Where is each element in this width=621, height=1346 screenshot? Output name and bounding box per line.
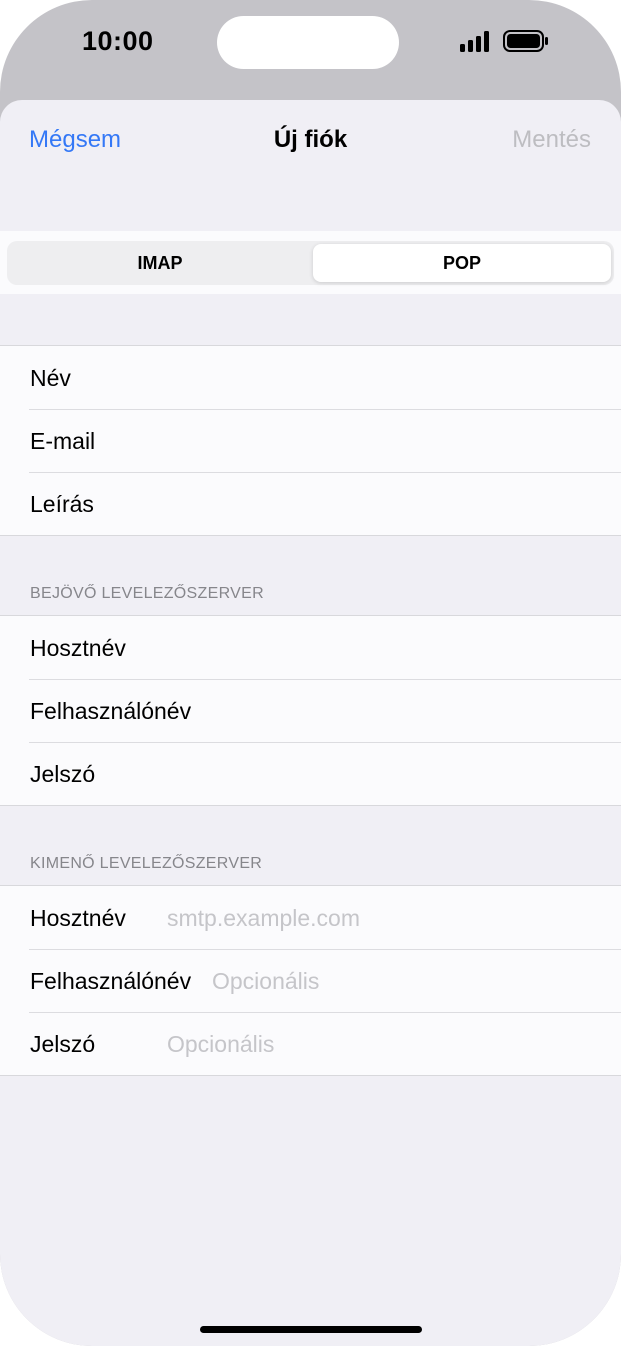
username-placeholder: Opcionális — [212, 968, 320, 994]
cancel-button[interactable]: Mégsem — [29, 126, 121, 154]
incoming-server-header: BEJÖVŐ LEVELEZŐSZERVER — [30, 585, 264, 602]
description-field[interactable]: Leírás — [0, 472, 621, 535]
home-indicator[interactable] — [200, 1326, 422, 1333]
signal-icon — [460, 31, 489, 52]
row-label: Hosztnév — [30, 905, 126, 931]
outgoing-password-field[interactable]: Jelszó Opcionális — [0, 1012, 621, 1075]
row-label: Név — [30, 365, 71, 391]
battery-icon — [503, 30, 548, 52]
row-label: Hosztnév — [30, 635, 126, 661]
row-label: E-mail — [30, 428, 96, 454]
row-label: Felhasználónév — [30, 698, 192, 724]
protocol-segmented-control[interactable]: IMAP POP — [7, 241, 614, 285]
navigation-bar: Új fiók Mégsem Mentés — [0, 100, 621, 180]
account-info-group: Név E-mail Leírás — [0, 345, 621, 536]
row-label: Leírás — [30, 491, 94, 517]
segmented-control-band: IMAP POP — [0, 231, 621, 294]
segment-imap[interactable]: IMAP — [10, 244, 310, 282]
outgoing-username-field[interactable]: Felhasználónév Opcionális — [0, 949, 621, 1012]
incoming-hostname-field[interactable]: Hosztnév — [0, 616, 621, 679]
dynamic-island — [217, 16, 399, 69]
email-field[interactable]: E-mail — [0, 409, 621, 472]
name-field[interactable]: Név — [0, 346, 621, 409]
password-placeholder: Opcionális — [167, 1031, 275, 1057]
incoming-username-field[interactable]: Felhasználónév — [0, 679, 621, 742]
outgoing-server-group: Hosztnév smtp.example.com Felhasználónév… — [0, 885, 621, 1076]
save-button[interactable]: Mentés — [512, 126, 591, 154]
hostname-placeholder: smtp.example.com — [167, 905, 361, 931]
outgoing-hostname-field[interactable]: Hosztnév smtp.example.com — [0, 886, 621, 949]
phone-screen: 10:00 Új fiók Mégsem Mentés IMAP POP Név… — [0, 0, 621, 1346]
row-label: Jelszó — [30, 761, 96, 787]
status-bar: 10:00 — [0, 0, 621, 90]
outgoing-server-header: KIMENŐ LEVELEZŐSZERVER — [30, 855, 263, 872]
new-account-sheet: Új fiók Mégsem Mentés IMAP POP Név E-mai… — [0, 100, 621, 1346]
incoming-server-group: Hosztnév Felhasználónév Jelszó — [0, 615, 621, 806]
status-time: 10:00 — [82, 26, 154, 56]
row-label: Felhasználónév — [30, 968, 192, 994]
incoming-password-field[interactable]: Jelszó — [0, 742, 621, 805]
segment-pop[interactable]: POP — [313, 244, 611, 282]
row-label: Jelszó — [30, 1031, 96, 1057]
